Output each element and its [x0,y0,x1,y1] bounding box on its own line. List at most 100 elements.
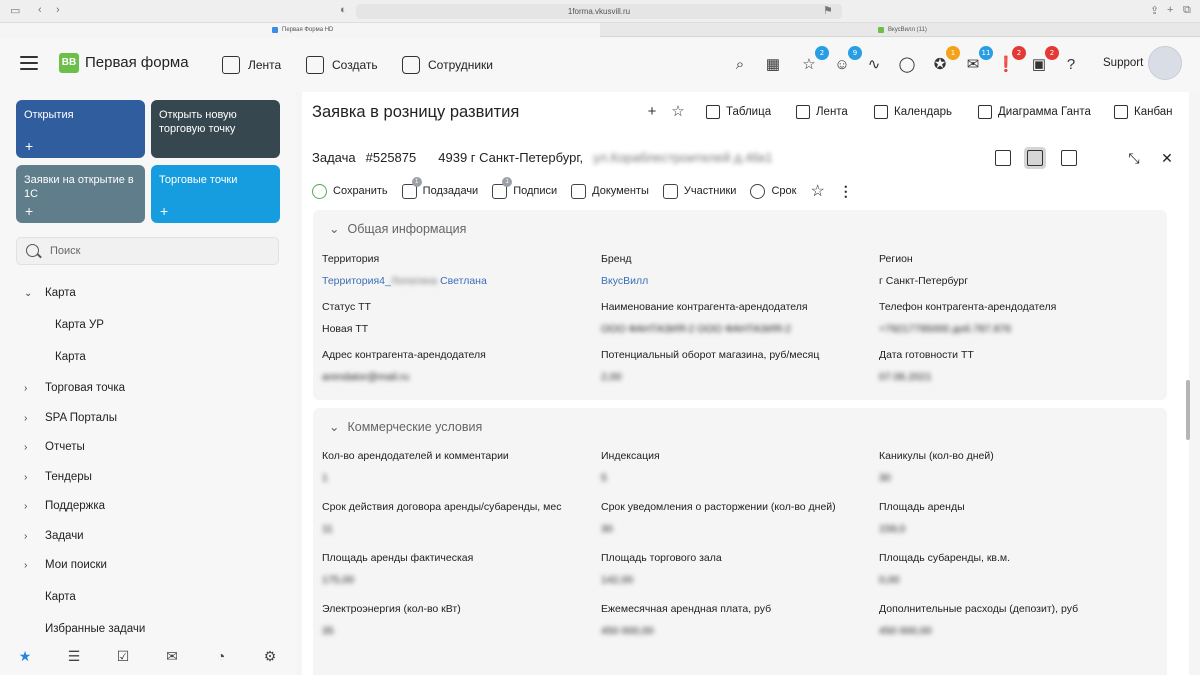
close-icon[interactable]: ✕ [1156,147,1178,169]
more-button[interactable]: ⋮ [839,183,853,200]
chevron-right-icon[interactable]: › [24,560,38,571]
plus-icon[interactable]: + [160,204,168,218]
settings-gear-icon[interactable]: ⚙ [261,647,279,665]
tile-trade-points[interactable]: Торговые точки + [151,165,280,223]
chevron-right-icon[interactable]: › [24,383,38,394]
app-logo[interactable]: BB [59,53,79,73]
tasks-check-icon[interactable]: ☑ [114,647,132,665]
sidebar-search[interactable]: Поиск [16,237,279,265]
tree-item-support[interactable]: › Поддержка [24,496,105,516]
sidebar-toggle-icon[interactable]: ▭ [10,4,20,17]
mail-icon[interactable]: ✉ 11 [963,46,993,74]
tree-item-map-sub[interactable]: Карта [55,347,86,367]
section-header[interactable]: ⌄ Общая информация [329,221,466,237]
plus-icon[interactable]: + [25,139,33,153]
favorites-icon[interactable]: ☆ 2 [799,46,829,74]
save-button[interactable]: Сохранить [312,183,388,199]
tree-item-map[interactable]: ⌄ Карта [24,283,76,303]
chevron-down-icon[interactable]: ⌄ [329,221,339,236]
reactions-icon[interactable]: ☺ 9 [832,46,862,74]
share-icon[interactable]: ⇪ [1150,4,1159,17]
tab-title: Первая Форма HD [282,27,334,33]
view-gantt[interactable]: Диаграмма Ганта [978,103,1091,121]
chevron-down-icon[interactable]: ⌄ [24,288,38,299]
mail-icon[interactable]: ✉ [163,647,181,665]
tile-requests-1c[interactable]: Заявки на открытие в 1С + [16,165,145,223]
app-title[interactable]: Первая форма [85,54,189,71]
chevron-right-icon[interactable]: › [24,442,38,453]
notification-icon[interactable]: ❗ 2 [996,46,1026,74]
image-task-icon[interactable]: ▣ 2 [1029,46,1059,74]
section-header[interactable]: ⌄ Коммерческие условия [329,419,482,435]
chevron-right-icon[interactable]: › [24,472,38,483]
tab-vkusvill[interactable]: ВкусВилл (11) [600,23,1200,37]
documents-button[interactable]: Документы [571,183,649,199]
tree-item-map-2[interactable]: Карта [45,587,76,607]
subtasks-button[interactable]: 1 Подзадачи [401,176,478,199]
favorite-button[interactable]: ☆ [810,181,824,201]
chat-icon[interactable]: ◯ [897,54,917,74]
field-value[interactable]: Территория4_Лопатина Светлана [322,275,592,287]
tree-item-trade-point[interactable]: › Торговая точка [24,378,125,398]
translate-icon[interactable]: ⚑ [823,4,833,17]
tree-item-favorite-tasks[interactable]: Избранные задачи [45,619,145,639]
participants-button[interactable]: Участники [662,183,736,199]
chevron-right-icon[interactable]: › [24,501,38,512]
address-bar[interactable]: 1forma.vkusvill.ru [356,4,842,19]
tree-item-tenders[interactable]: › Тендеры [24,467,92,487]
territory-value-2: Светлана [440,275,487,287]
forward-icon[interactable]: › [56,4,60,16]
save-label: Сохранить [333,185,388,197]
signature-icon[interactable]: ∿ [864,54,884,74]
minimize-icon[interactable]: ⤡ [1123,147,1145,169]
field-notice-term: Срок уведомления о расторжении (кол-во д… [601,501,871,535]
tile-open-new-point[interactable]: Открыть новую торговую точку [151,100,280,158]
tree-item-spa[interactable]: › SPA Порталы [24,408,117,428]
user-avatar[interactable] [1148,46,1182,80]
chevron-down-icon[interactable]: ⌄ [329,419,339,434]
deadline-button[interactable]: Срок [750,183,796,199]
new-tab-icon[interactable]: + [1167,4,1173,16]
view-table[interactable]: Таблица [706,103,771,121]
back-icon[interactable]: ‹ [38,4,42,16]
view-feed[interactable]: Лента [796,103,848,121]
privacy-icon[interactable]: ◐ [340,4,347,16]
layout-text-icon[interactable] [1058,147,1080,169]
add-icon[interactable]: + [642,101,662,121]
help-icon[interactable]: ? [1061,54,1081,74]
nav-create-label: Создать [332,58,378,72]
search-icon[interactable]: ⌕ [730,54,750,74]
star-icon[interactable]: ☆ [668,101,688,121]
chevron-right-icon[interactable]: › [24,531,38,542]
tree-item-reports[interactable]: › Отчеты [24,437,85,457]
view-kanban[interactable]: Канбан [1114,103,1173,121]
list-icon[interactable]: ☰ [65,647,83,665]
layout-split-icon[interactable] [1024,147,1046,169]
nav-create[interactable]: Создать [306,54,378,76]
calendar-icon[interactable]: ▦ [763,54,783,74]
field-label: Кол-во арендодателей и комментарии [322,450,509,462]
pie-chart-icon[interactable]: ◔ [212,647,230,665]
tab-pervaya-forma[interactable]: Первая Форма HD [0,23,600,37]
tree-item-map-ur[interactable]: Карта УР [55,315,104,335]
layout-single-icon[interactable] [992,147,1014,169]
tree-item-my-searches[interactable]: › Мои поиски [24,555,107,575]
field-label: Адрес контрагента-арендодателя [322,349,486,361]
tab-overview-icon[interactable]: ⧉ [1183,4,1191,17]
starred-icon[interactable]: ✪ 1 [930,46,960,74]
field-value[interactable]: ВкусВилл [601,275,871,287]
user-name[interactable]: Support [1103,57,1143,69]
favorites-star-icon[interactable]: ★ [16,647,34,665]
view-calendar[interactable]: Календарь [874,103,952,121]
plus-icon[interactable]: + [25,204,33,218]
nav-employees[interactable]: Сотрудники [402,54,493,76]
sidebar-bottom-bar: ★ ☰ ☑ ✉ ◔ ⚙ [0,644,296,672]
field-label: Срок уведомления о расторжении (кол-во д… [601,501,836,513]
main-scrollbar[interactable] [1186,380,1190,440]
signatures-button[interactable]: 1 Подписи [492,176,557,199]
tree-item-tasks[interactable]: › Задачи [24,526,84,546]
nav-feed[interactable]: Лента [222,54,281,76]
menu-icon[interactable] [20,56,38,70]
chevron-right-icon[interactable]: › [24,413,38,424]
tile-openings[interactable]: Открытия + [16,100,145,158]
